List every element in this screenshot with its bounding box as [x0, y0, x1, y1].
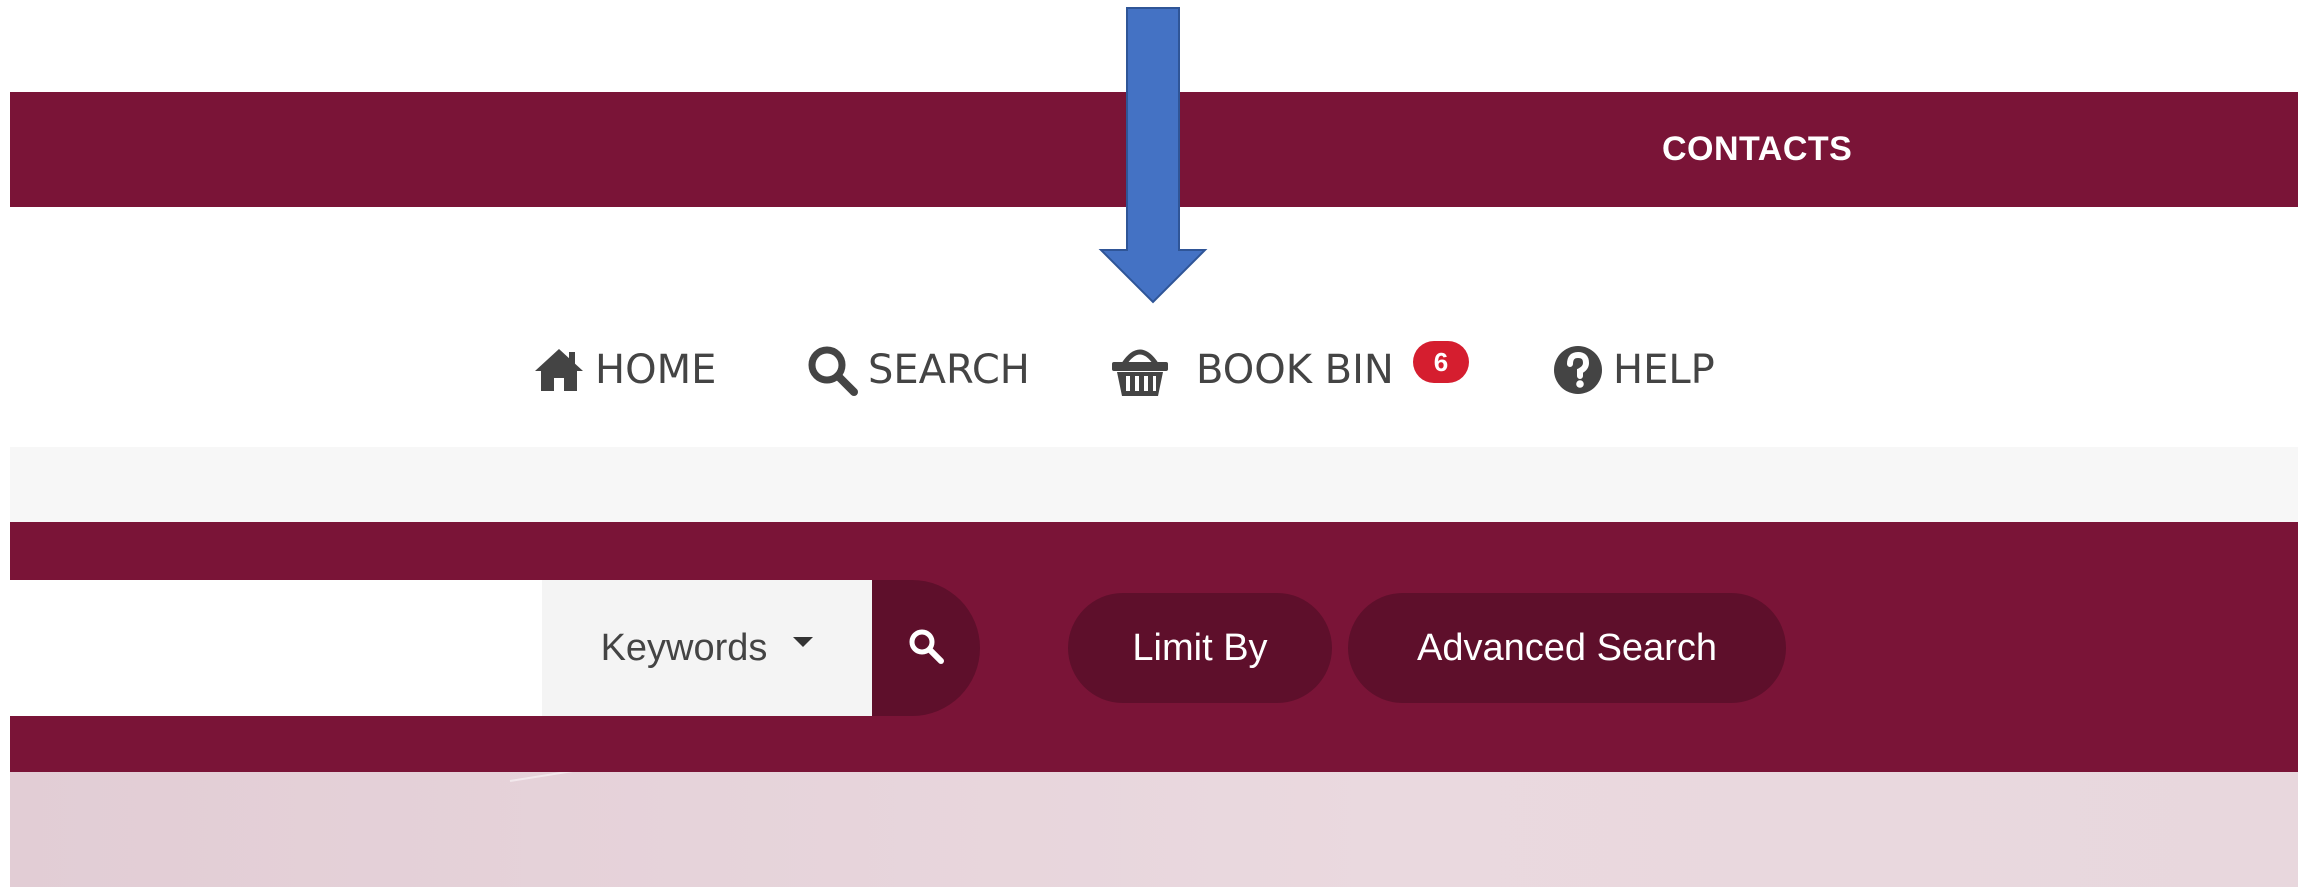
search-type-value: Keywords [600, 626, 768, 669]
question-circle-icon [1553, 345, 1603, 395]
nav-help[interactable]: HELP [1553, 340, 1715, 400]
basket-icon [1110, 342, 1170, 398]
book-bin-count-badge: 6 [1413, 341, 1469, 383]
search-icon [907, 627, 945, 670]
nav-home-label: HOME [595, 347, 717, 393]
search-icon [806, 344, 858, 396]
nav-help-label: HELP [1613, 347, 1715, 393]
search-input[interactable] [10, 580, 542, 716]
contacts-link[interactable]: CONTACTS [1662, 130, 1852, 169]
decorative-streak [509, 772, 1400, 782]
nav-search-label: SEARCH [868, 347, 1030, 393]
limit-by-button[interactable]: Limit By [1068, 593, 1332, 703]
nav-book-bin[interactable]: BOOK BIN [1110, 340, 1394, 400]
hero-background [10, 772, 2298, 887]
nav-divider-strip [10, 447, 2298, 522]
advanced-search-button[interactable]: Advanced Search [1348, 593, 1786, 703]
nav-home[interactable]: HOME [533, 340, 716, 400]
annotation-arrow-icon [1098, 7, 1208, 304]
nav-book-bin-label: BOOK BIN [1196, 347, 1394, 393]
home-icon [533, 347, 585, 393]
nav-search[interactable]: SEARCH [806, 340, 1030, 400]
caret-down-icon [793, 637, 814, 647]
search-type-dropdown[interactable]: Keywords [542, 580, 872, 716]
